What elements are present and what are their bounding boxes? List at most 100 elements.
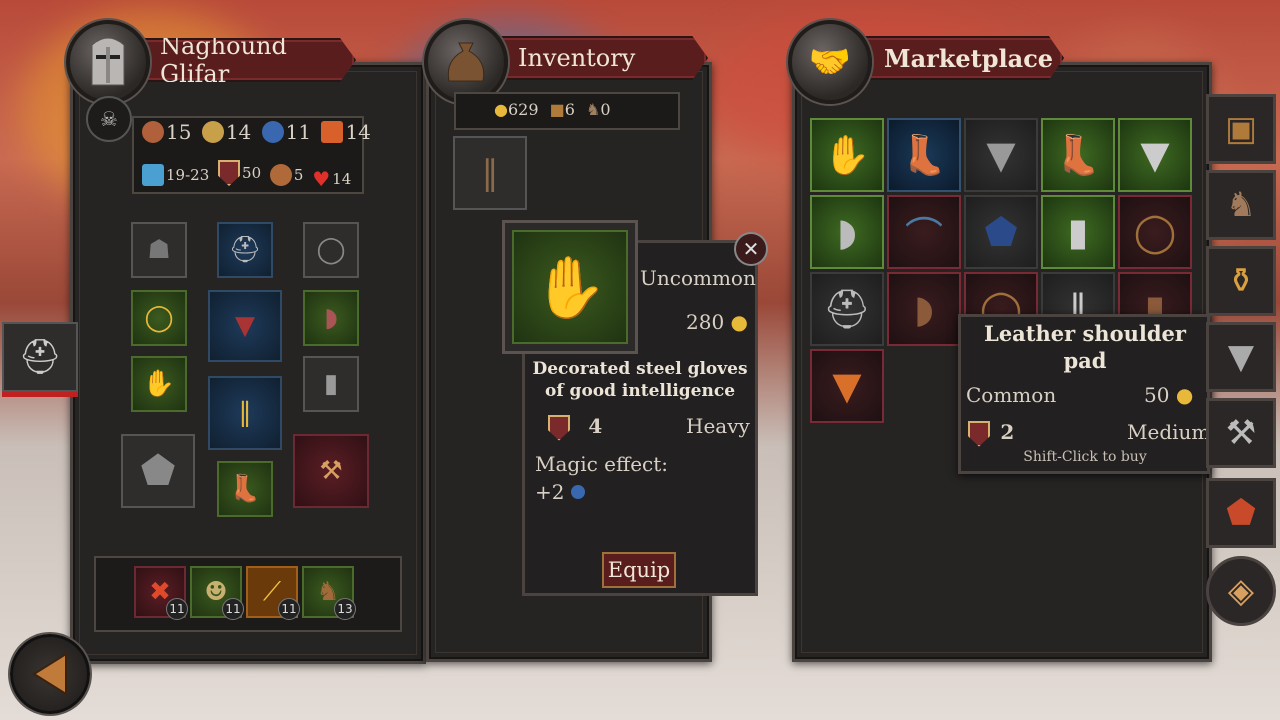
horse-icon: ♞	[586, 100, 601, 119]
item-price: 280 ●	[686, 310, 748, 334]
health-value: 14	[345, 120, 371, 144]
armor-chest-icon: ▼	[1227, 337, 1255, 377]
gloves-slot[interactable]: ✋	[131, 356, 187, 412]
market-item-pauldron[interactable]: ◗	[810, 195, 884, 269]
magic-effect: +2	[535, 480, 585, 504]
strength-value: 15	[166, 120, 192, 144]
ring-slot-1[interactable]: ◯	[303, 222, 359, 278]
intelligence-icon	[570, 485, 585, 499]
sword-skill-icon[interactable]: ⟋ 11	[246, 566, 300, 620]
market-hover-name: Leather shoulder pad	[960, 320, 1210, 374]
archer-skill-icon[interactable]: ☻ 11	[190, 566, 244, 620]
bag-icon	[447, 42, 485, 82]
marketplace-title: Marketplace	[884, 43, 1054, 73]
item-weight: Heavy	[686, 414, 750, 438]
weapon-slot[interactable]: ⚒	[293, 434, 369, 508]
equip-button[interactable]: Equip	[602, 552, 676, 588]
potion-icon: ⚱	[1226, 261, 1256, 301]
gold-coins-icon: ●	[494, 100, 508, 119]
item-tooltip-image: ✋	[512, 230, 628, 344]
bracer-slot[interactable]: ▮	[303, 356, 359, 412]
market-item-boots[interactable]: 👢	[1041, 118, 1115, 192]
berserk-skill-icon[interactable]: ✖ 11	[134, 566, 188, 620]
boots-slot[interactable]: 👢	[217, 461, 273, 517]
stats-row-secondary: 19-23 50 5 ♥ 14	[142, 160, 355, 191]
market-hover-price-value: 50	[1144, 383, 1170, 407]
market-item-orange-tunic[interactable]: ▼	[810, 349, 884, 423]
market-hover-armor: 2	[968, 420, 1014, 447]
strength-icon	[142, 121, 164, 143]
skill-level: 11	[222, 598, 244, 620]
market-item-hat[interactable]: ⌒	[887, 195, 961, 269]
speed-icon	[269, 164, 292, 186]
market-item-gloves[interactable]: ✋	[810, 118, 884, 192]
stats-row-primary: 15 14 11 14	[142, 120, 375, 148]
close-icon[interactable]: ✕	[734, 232, 768, 266]
inventory-title: Inventory	[518, 44, 636, 72]
party-member-portrait[interactable]: ⛑	[2, 322, 78, 392]
body-armor-slot[interactable]: ▼	[208, 290, 282, 362]
legs-slot[interactable]: ‖	[208, 376, 282, 450]
armor-category-button[interactable]: ▼	[1206, 322, 1276, 392]
market-hover-name-line1: Leather shoulder	[984, 321, 1186, 346]
magic-effect-value: +2	[535, 480, 565, 504]
item-armor-value: 4	[588, 414, 603, 438]
market-item-golden-boots[interactable]: 👢	[887, 118, 961, 192]
inventory-item-pants[interactable]: ‖	[453, 136, 527, 210]
ring-slot-2[interactable]: ◯	[131, 290, 187, 346]
gold-coins-icon: ●	[1175, 383, 1194, 407]
item-rarity: Uncommon	[640, 266, 756, 290]
market-item-dark-armor[interactable]: ▼	[964, 118, 1038, 192]
market-item-leather-shoulder-pad[interactable]: ◗	[887, 272, 961, 346]
horse-category-button[interactable]: ♞	[1206, 170, 1276, 240]
cloak-slot[interactable]: ☗	[131, 222, 187, 278]
faction-skull-icon[interactable]: ☠	[86, 96, 132, 142]
market-item-blue-shield[interactable]: ⬟	[964, 195, 1038, 269]
market-hover-price: 50 ●	[1144, 383, 1193, 407]
armor-icon	[968, 420, 990, 447]
market-item-bracer[interactable]: ▮	[1041, 195, 1115, 269]
heart-icon: ♥	[312, 167, 331, 191]
speed-value: 5	[293, 166, 304, 184]
food-crate-icon: ■	[549, 100, 565, 119]
market-item-helmet[interactable]: ⛑	[810, 272, 884, 346]
damage-icon	[142, 164, 164, 186]
resources-row: ●629 ■6 ♞0	[494, 100, 611, 119]
item-name: Decorated steel gloves of good intellige…	[530, 358, 750, 402]
item-price-value: 280	[686, 310, 725, 334]
horse-skill-icon[interactable]: ♞ 13	[302, 566, 356, 620]
shoulder-slot[interactable]: ◗	[303, 290, 359, 346]
character-name: Naghound Glifar	[160, 32, 287, 88]
potion-category-button[interactable]: ⚱	[1206, 246, 1276, 316]
helmet-portrait	[66, 20, 150, 104]
horse-icon: ♞	[1225, 185, 1257, 225]
market-item-plate-armor[interactable]: ▼	[1118, 118, 1192, 192]
axe-icon: ⚒	[1225, 413, 1257, 453]
market-hover-name-line2: pad	[1063, 348, 1107, 373]
horses-value: 0	[600, 100, 611, 119]
misc-category-button[interactable]: ◈	[1206, 556, 1276, 626]
back-button[interactable]	[10, 634, 90, 714]
rune-stone-icon: ◈	[1227, 571, 1255, 611]
helmet-icon	[91, 37, 125, 86]
agility-value: 14	[225, 120, 252, 144]
shield-slot[interactable]: ⬟	[121, 434, 195, 508]
gold-coins-icon: ●	[730, 310, 748, 334]
market-hover-rarity: Common	[966, 383, 1057, 407]
armor-icon	[548, 414, 570, 441]
intelligence-value: 11	[285, 120, 312, 144]
market-item-belt[interactable]: ◯	[1118, 195, 1192, 269]
helmet-slot[interactable]: ⛑	[217, 222, 273, 278]
market-hover-weight: Medium	[1127, 420, 1211, 444]
health-icon	[321, 121, 344, 143]
shield-category-button[interactable]: ⬟	[1206, 478, 1276, 548]
weapon-category-button[interactable]: ⚒	[1206, 398, 1276, 468]
food-category-button[interactable]: ▣	[1206, 94, 1276, 164]
market-hover-armor-value: 2	[1000, 420, 1015, 444]
heart-value: 14	[332, 170, 352, 188]
armor-icon	[218, 160, 241, 186]
agility-icon	[201, 121, 224, 143]
item-name-line2: of good intelligence	[544, 381, 736, 401]
item-armor: 4	[548, 414, 602, 441]
party-member-health-bar	[2, 392, 78, 397]
